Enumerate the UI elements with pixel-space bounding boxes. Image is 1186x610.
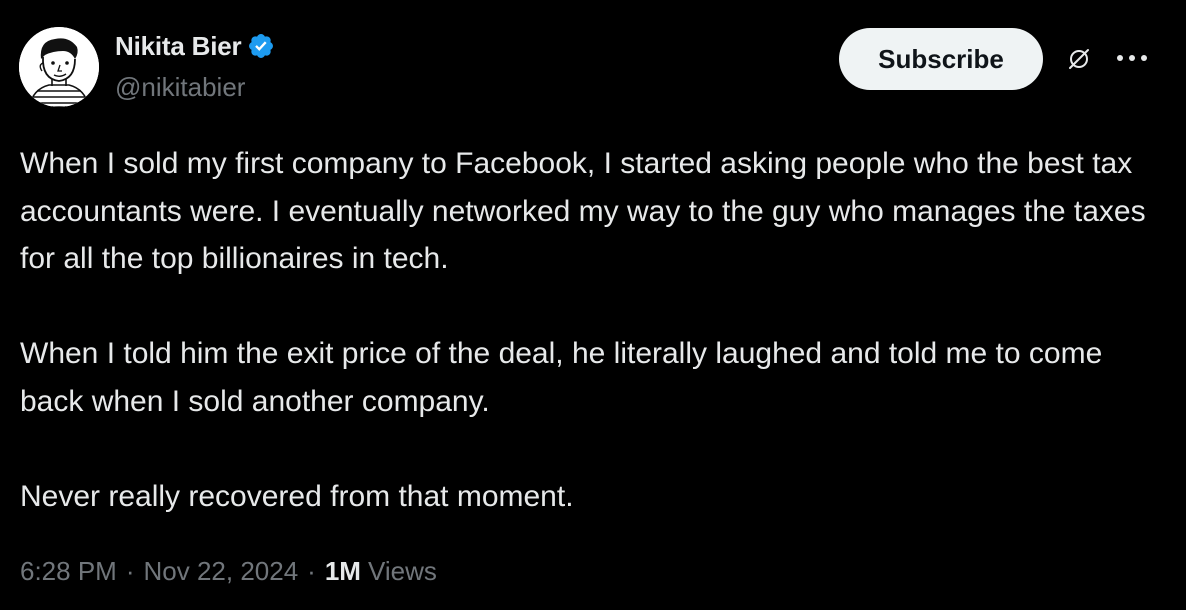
cartoon-avatar-icon [19,27,99,107]
author-display-name[interactable]: Nikita Bier [115,31,242,62]
views-label[interactable]: Views [368,556,437,587]
avatar[interactable] [19,27,99,107]
tweet-card: Nikita Bier @nikitabier Subscribe When I… [0,0,1186,610]
author-name-row: Nikita Bier [115,30,275,62]
meta-separator: · [125,556,135,586]
meta-separator: · [307,556,316,586]
tweet-paragraph-3: Never really recovered from that moment. [20,479,574,513]
verified-badge-icon[interactable] [247,32,275,60]
tweet-meta: 6:28 PM · Nov 22, 2024 · 1M Views [20,556,437,587]
tweet-paragraph-2: When I told him the exit price of the de… [20,337,1103,418]
tweet-paragraph-1: When I sold my first company to Facebook… [20,147,1146,275]
author-handle[interactable]: @nikitabier [115,72,245,103]
more-options-icon[interactable] [1112,44,1152,72]
subscribe-button[interactable]: Subscribe [839,28,1043,90]
grok-icon[interactable] [1066,46,1092,72]
views-count[interactable]: 1M [325,556,361,587]
tweet-text: When I sold my first company to Facebook… [20,140,1170,520]
tweet-time[interactable]: 6:28 PM [20,556,117,587]
tweet-date[interactable]: Nov 22, 2024 [144,556,299,587]
